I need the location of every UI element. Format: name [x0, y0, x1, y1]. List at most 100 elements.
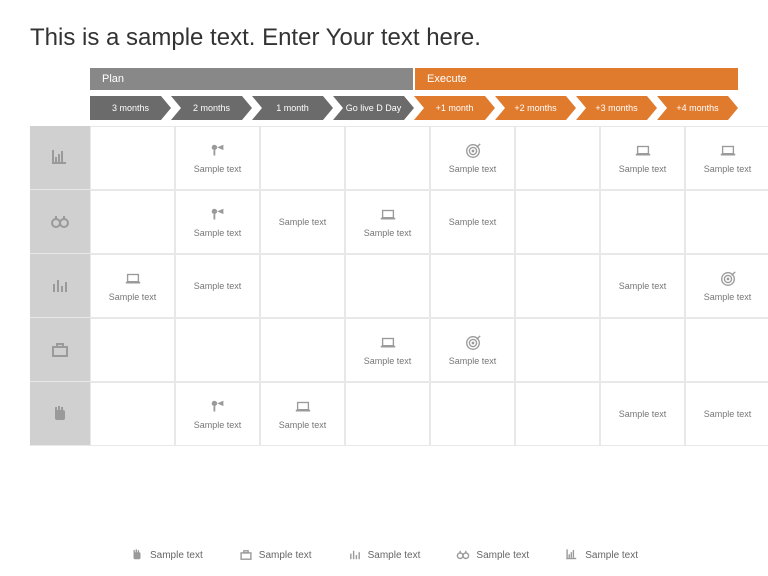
- cell-label: Sample text: [449, 356, 497, 366]
- matrix-cell: [175, 318, 260, 382]
- matrix-cell: [90, 382, 175, 446]
- page-title: This is a sample text. Enter Your text h…: [0, 0, 768, 68]
- timeline-step: +3 months: [576, 96, 657, 120]
- bars-icon: [348, 548, 362, 562]
- matrix-cell: [430, 254, 515, 318]
- cell-label: Sample text: [619, 281, 667, 291]
- timeline-step-label: +3 months: [595, 103, 637, 113]
- legend-label: Sample text: [476, 550, 529, 561]
- matrix-cell: Sample text: [600, 126, 685, 190]
- cell-label: Sample text: [449, 164, 497, 174]
- bars-icon: [50, 276, 70, 296]
- timeline-step-label: +2 months: [514, 103, 556, 113]
- cell-label: Sample text: [704, 409, 752, 419]
- timeline-row: 3 months 2 months 1 month Go live D Day +1 m…: [90, 96, 738, 120]
- cell-label: Sample text: [194, 281, 242, 291]
- fist-icon: [130, 548, 144, 562]
- cell-label: Sample text: [619, 409, 667, 419]
- cell-label: Sample text: [704, 164, 752, 174]
- briefcase-icon: [50, 340, 70, 360]
- matrix-cell: [90, 318, 175, 382]
- megaphone-icon: [209, 142, 227, 160]
- cell-label: Sample text: [194, 420, 242, 430]
- matrix-cell: [430, 382, 515, 446]
- matrix-cell: Sample text: [90, 254, 175, 318]
- target-icon: [464, 142, 482, 160]
- timeline-step: Go live D Day: [333, 96, 414, 120]
- legend: Sample text Sample text Sample text Sample …: [0, 548, 768, 562]
- matrix-cell: Sample text: [430, 318, 515, 382]
- matrix-cell: [345, 382, 430, 446]
- matrix-cell: Sample text: [175, 382, 260, 446]
- laptop-icon: [294, 398, 312, 416]
- chart-icon: [565, 548, 579, 562]
- matrix-cell: [515, 190, 600, 254]
- cell-label: Sample text: [194, 164, 242, 174]
- fist-icon: [50, 404, 70, 424]
- cell-label: Sample text: [619, 164, 667, 174]
- laptop-icon: [634, 142, 652, 160]
- timeline-step-label: +4 months: [676, 103, 718, 113]
- laptop-icon: [719, 142, 737, 160]
- cell-label: Sample text: [279, 420, 327, 430]
- row-header: [30, 382, 90, 446]
- row-header: [30, 126, 90, 190]
- matrix-cell: [260, 126, 345, 190]
- cell-label: Sample text: [279, 217, 327, 227]
- matrix-cell: Sample text: [430, 190, 515, 254]
- matrix-cell: [90, 190, 175, 254]
- laptop-icon: [124, 270, 142, 288]
- timeline-step-label: +1 month: [436, 103, 474, 113]
- timeline-step-label: 1 month: [276, 103, 309, 113]
- legend-item: Sample text: [239, 548, 312, 562]
- binoculars-icon: [50, 212, 70, 232]
- timeline-step-label: Go live D Day: [346, 103, 402, 113]
- phase-plan: Plan: [90, 68, 413, 90]
- phase-bar: Plan Execute: [90, 68, 738, 90]
- timeline-step-label: 2 months: [193, 103, 230, 113]
- matrix-cell: [345, 126, 430, 190]
- matrix-cell: Sample text: [430, 126, 515, 190]
- matrix-cell: Sample text: [260, 382, 345, 446]
- cell-label: Sample text: [364, 356, 412, 366]
- matrix-cell: Sample text: [260, 190, 345, 254]
- cell-label: Sample text: [194, 228, 242, 238]
- timeline-step: 2 months: [171, 96, 252, 120]
- matrix-cell: [685, 318, 768, 382]
- matrix-cell: [600, 318, 685, 382]
- binoculars-icon: [456, 548, 470, 562]
- matrix-cell: Sample text: [175, 254, 260, 318]
- timeline-step-label: 3 months: [112, 103, 149, 113]
- diagram: Plan Execute 3 months 2 months 1 month Go l…: [0, 68, 768, 446]
- chart-icon: [50, 148, 70, 168]
- cell-label: Sample text: [449, 217, 497, 227]
- row-header: [30, 190, 90, 254]
- target-icon: [464, 334, 482, 352]
- timeline-step: 1 month: [252, 96, 333, 120]
- matrix-cell: Sample text: [175, 126, 260, 190]
- matrix-cell: [90, 126, 175, 190]
- legend-label: Sample text: [150, 550, 203, 561]
- target-icon: [719, 270, 737, 288]
- matrix-cell: [260, 254, 345, 318]
- legend-label: Sample text: [585, 550, 638, 561]
- timeline-step: 3 months: [90, 96, 171, 120]
- legend-label: Sample text: [368, 550, 421, 561]
- cell-label: Sample text: [364, 228, 412, 238]
- matrix-grid: Sample text Sample text Sample text Sample …: [30, 126, 738, 446]
- matrix-cell: Sample text: [685, 126, 768, 190]
- matrix-cell: Sample text: [175, 190, 260, 254]
- phase-execute: Execute: [415, 68, 738, 90]
- matrix-cell: [685, 190, 768, 254]
- matrix-cell: [515, 318, 600, 382]
- legend-item: Sample text: [348, 548, 421, 562]
- matrix-cell: [515, 126, 600, 190]
- legend-label: Sample text: [259, 550, 312, 561]
- matrix-cell: Sample text: [685, 382, 768, 446]
- timeline-step: +1 month: [414, 96, 495, 120]
- matrix-cell: Sample text: [685, 254, 768, 318]
- matrix-cell: Sample text: [345, 190, 430, 254]
- timeline-step: +4 months: [657, 96, 738, 120]
- laptop-icon: [379, 334, 397, 352]
- megaphone-icon: [209, 206, 227, 224]
